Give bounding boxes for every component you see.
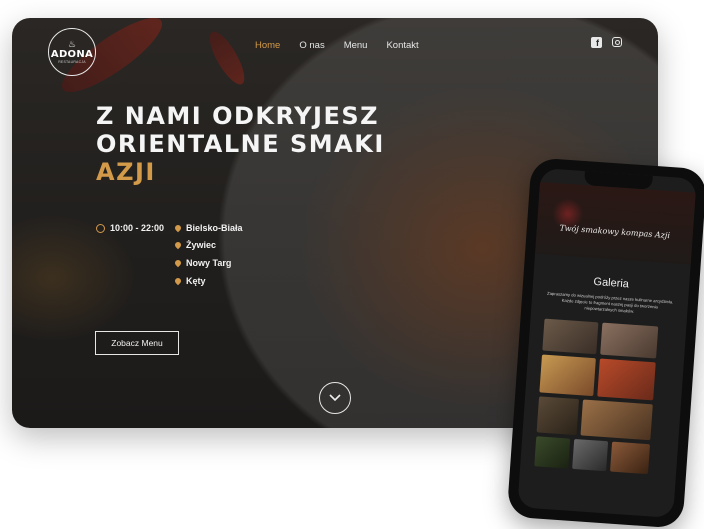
chili-decoration: [203, 27, 251, 89]
gallery-image[interactable]: [580, 399, 653, 441]
hours-text: 10:00 - 22:00: [110, 223, 165, 233]
gallery-image[interactable]: [600, 322, 659, 359]
phone-screen: Twój smakowy kompas Azji Galeria Zaprasz…: [517, 167, 697, 519]
main-nav: Home O nas Menu Kontakt: [255, 40, 438, 51]
location-text: Nowy Targ: [186, 258, 232, 268]
facebook-icon[interactable]: f: [591, 37, 602, 48]
location-item: Żywiec: [173, 240, 217, 250]
location-pin-icon: [173, 276, 183, 286]
location-text: Bielsko-Biała: [186, 223, 243, 233]
nav-item-menu[interactable]: Menu: [344, 40, 368, 51]
gallery-image[interactable]: [597, 358, 656, 401]
gallery-description: Zapraszamy do wizualnej podróży przez na…: [546, 290, 674, 314]
gallery-image[interactable]: [536, 396, 580, 436]
nav-item-home[interactable]: Home: [255, 40, 280, 51]
mobile-hero: Twój smakowy kompas Azji: [535, 181, 696, 265]
chevron-down-icon: [329, 394, 341, 402]
scroll-down-button[interactable]: [319, 382, 351, 414]
mobile-tagline: Twój smakowy kompas Azji: [559, 223, 671, 241]
location-item: Kęty: [173, 276, 206, 286]
location-text: Kęty: [186, 276, 206, 286]
gallery-image[interactable]: [539, 354, 596, 397]
gallery-image[interactable]: [534, 436, 571, 469]
location-item: Bielsko-Biała: [173, 223, 243, 233]
gallery-image[interactable]: [542, 318, 599, 355]
location-pin-icon: [173, 223, 183, 233]
logo-sub: RESTAURACJA: [58, 59, 86, 64]
nav-item-o-nas[interactable]: O nas: [299, 40, 324, 51]
hero-accent: AZJI: [96, 158, 156, 186]
gallery-image[interactable]: [572, 438, 609, 472]
clock-icon: [96, 223, 105, 233]
hero-headline: Z NAMI ODKRYJESZ ORIENTALNE SMAKI AZJI: [96, 102, 385, 186]
instagram-icon[interactable]: [612, 37, 622, 47]
location-item: Nowy Targ: [173, 258, 232, 268]
location-text: Żywiec: [186, 240, 217, 250]
opening-hours: 10:00 - 22:00: [96, 223, 164, 233]
phone-mockup: Twój smakowy kompas Azji Galeria Zaprasz…: [506, 157, 704, 529]
bowl-icon: ♨: [67, 38, 77, 49]
location-pin-icon: [173, 258, 183, 268]
hero-line-1: Z NAMI ODKRYJESZ: [96, 102, 380, 130]
gallery-image[interactable]: [610, 441, 651, 475]
logo[interactable]: ♨ ADONA RESTAURACJA: [48, 28, 96, 76]
nav-item-kontakt[interactable]: Kontakt: [386, 40, 418, 51]
logo-name: ADONA: [50, 48, 94, 60]
location-pin-icon: [173, 240, 183, 250]
hero-line-2: ORIENTALNE SMAKI: [96, 130, 385, 158]
see-menu-button[interactable]: Zobacz Menu: [95, 331, 179, 355]
